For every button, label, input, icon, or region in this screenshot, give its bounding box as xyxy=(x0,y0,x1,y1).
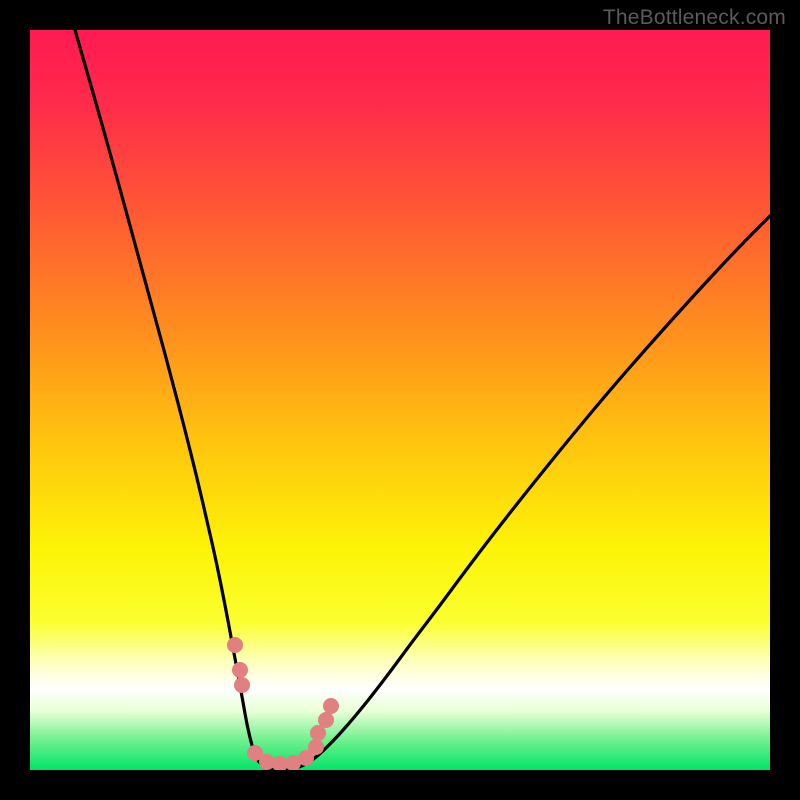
plot-svg xyxy=(30,30,770,770)
marker-point xyxy=(234,677,250,693)
marker-point xyxy=(232,662,248,678)
watermark-text: TheBottleneck.com xyxy=(603,6,786,30)
plot-area xyxy=(30,30,770,770)
chart-frame: TheBottleneck.com xyxy=(0,0,800,800)
marker-point xyxy=(323,698,339,714)
marker-point xyxy=(227,637,243,653)
marker-point xyxy=(318,712,334,728)
marker-point xyxy=(308,739,324,755)
